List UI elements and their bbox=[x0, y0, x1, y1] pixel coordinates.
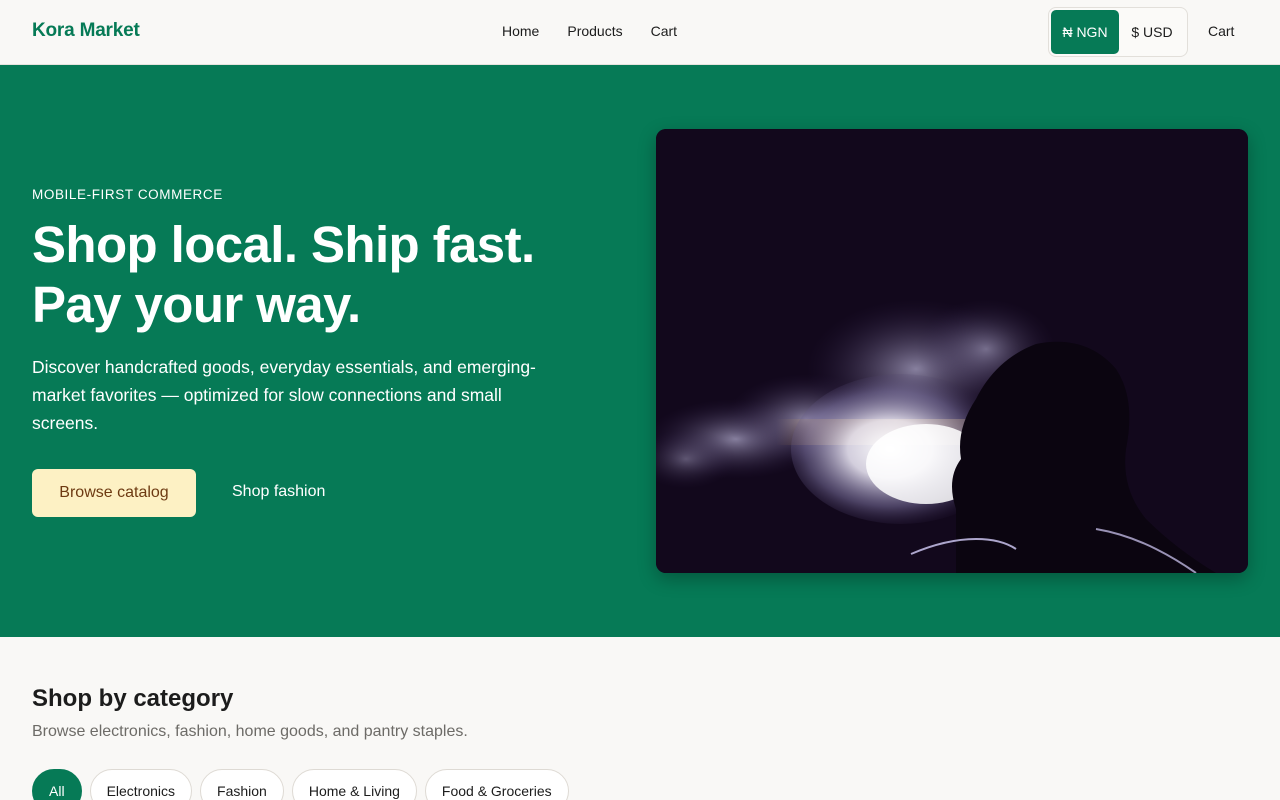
category-section: Shop by category Browse electronics, fas… bbox=[0, 637, 1280, 800]
currency-switcher: ₦ NGN $ USD bbox=[1048, 7, 1188, 57]
category-chip-electronics[interactable]: Electronics bbox=[89, 769, 193, 800]
category-chip-home-living[interactable]: Home & Living bbox=[291, 769, 417, 800]
hero-description: Discover handcrafted goods, everyday ess… bbox=[32, 357, 536, 433]
nav-cart-link[interactable]: Cart bbox=[651, 23, 677, 39]
category-chip-all[interactable]: All bbox=[32, 769, 82, 800]
currency-usd-button[interactable]: $ USD bbox=[1121, 10, 1183, 54]
header-cart-link[interactable]: Cart bbox=[1208, 23, 1234, 39]
category-title: Shop by category bbox=[32, 685, 234, 712]
hero-headline-line-2: Pay your way. bbox=[32, 276, 361, 333]
browse-catalog-button[interactable]: Browse catalog bbox=[32, 469, 196, 517]
currency-ngn-button[interactable]: ₦ NGN bbox=[1051, 10, 1119, 54]
hero-eyebrow: MOBILE-FIRST COMMERCE bbox=[32, 187, 223, 202]
nav-home-link[interactable]: Home bbox=[502, 23, 539, 39]
main-nav: Home Products Cart bbox=[502, 23, 677, 39]
category-chip-food-groceries[interactable]: Food & Groceries bbox=[424, 769, 569, 800]
hero-image bbox=[656, 129, 1248, 573]
hero-headline-line-1: Shop local. Ship fast. bbox=[32, 216, 535, 273]
hero-section: MOBILE-FIRST COMMERCE Shop local. Ship f… bbox=[0, 65, 1280, 637]
nav-products-link[interactable]: Products bbox=[567, 23, 622, 39]
shop-fashion-link[interactable]: Shop fashion bbox=[232, 483, 325, 501]
brand-logo[interactable]: Kora Market bbox=[32, 20, 140, 42]
category-subtitle: Browse electronics, fashion, home goods,… bbox=[32, 723, 468, 740]
category-chips: All Electronics Fashion Home & Living Fo… bbox=[32, 769, 569, 800]
category-chip-fashion[interactable]: Fashion bbox=[200, 769, 284, 800]
site-header: Kora Market Home Products Cart ₦ NGN $ U… bbox=[0, 0, 1280, 65]
smoke-silhouette-illustration bbox=[656, 129, 1248, 573]
hero-headline: Shop local. Ship fast. Pay your way. bbox=[32, 215, 592, 335]
